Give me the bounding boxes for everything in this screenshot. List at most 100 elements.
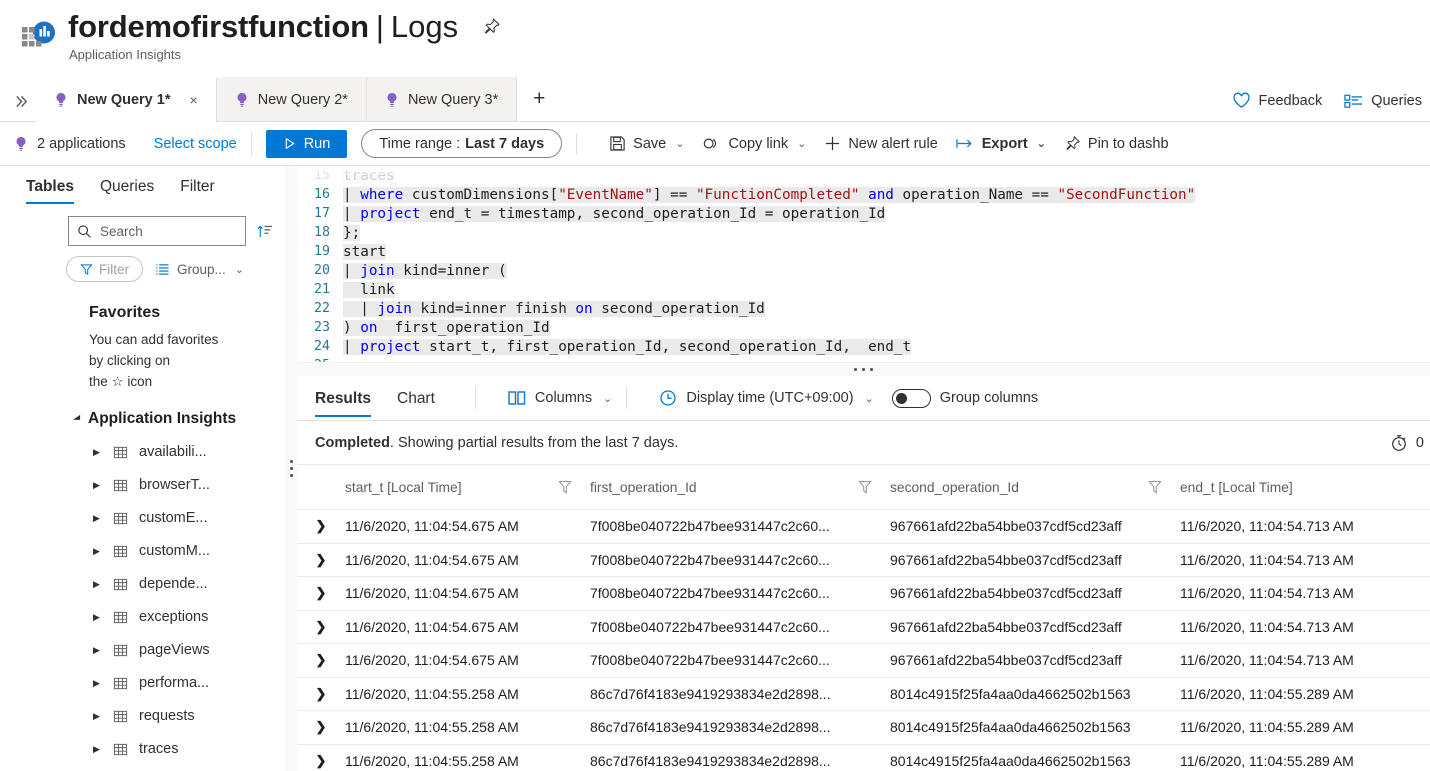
export-button[interactable]: Export ⌄ (956, 136, 1046, 152)
chevron-down-icon[interactable]: ⌄ (603, 392, 612, 405)
table-item[interactable]: ▶ browserT... (0, 469, 285, 502)
triangle-right-icon[interactable]: ▶ (93, 612, 102, 623)
column-header-first-operation-id[interactable]: first_operation_Id (590, 479, 890, 495)
kql-query-editor[interactable]: 15 traces 16 | where customDimensions["E… (297, 166, 1430, 362)
table-item[interactable]: ▶ exceptions (0, 601, 285, 634)
funnel-icon[interactable] (1148, 479, 1162, 495)
chevron-right-icon[interactable]: ❯ (297, 753, 345, 769)
add-query-tab-button[interactable]: + (517, 77, 561, 121)
schema-group-label: Application Insights (88, 409, 237, 427)
table-item[interactable]: ▶ performa... (0, 667, 285, 700)
chevron-right-icon[interactable]: ❯ (297, 652, 345, 668)
tab-new-query-3[interactable]: New Query 3* (366, 77, 518, 121)
run-label: Run (303, 135, 331, 152)
funnel-icon[interactable] (558, 479, 572, 495)
pin-to-dashboard-button[interactable]: Pin to dashb (1064, 135, 1169, 152)
scope-indicator[interactable]: 2 applications (14, 136, 126, 152)
columns-button[interactable]: Columns ⌄ (508, 390, 612, 406)
chevron-down-icon[interactable]: ⌄ (865, 392, 874, 405)
column-header-second-operation-id[interactable]: second_operation_Id (890, 479, 1180, 495)
group-columns-toggle-row[interactable]: Group columns (891, 388, 1038, 408)
triangle-right-icon[interactable]: ▶ (93, 678, 102, 689)
search-box[interactable] (68, 216, 246, 246)
tab-new-query-1[interactable]: New Query 1* × (36, 77, 217, 122)
display-time-button[interactable]: Display time (UTC+09:00) ⌄ (659, 389, 874, 407)
table-item[interactable]: ▶ customE... (0, 502, 285, 535)
run-button[interactable]: Run (265, 129, 348, 158)
cell-end-t: 11/6/2020, 11:04:55.289 AM (1180, 752, 1354, 769)
drag-dots-icon (289, 460, 293, 477)
filter-pill-button[interactable]: Filter (66, 256, 143, 282)
table-row[interactable]: ❯ 11/6/2020, 11:04:55.258 AM 86c7d76f418… (297, 710, 1430, 744)
chevron-right-icon[interactable]: ❯ (297, 719, 345, 735)
sidebar-resize-handle[interactable] (285, 166, 297, 771)
chevron-down-icon[interactable]: ⌄ (797, 137, 806, 150)
triangle-right-icon[interactable]: ▶ (93, 447, 102, 458)
pin-to-dashboard-label: Pin to dashb (1087, 135, 1169, 152)
table-item[interactable]: ▶ depende... (0, 568, 285, 601)
close-icon[interactable]: × (190, 92, 198, 108)
column-header-end-t[interactable]: end_t [Local Time] (1180, 480, 1430, 495)
column-header-start-t[interactable]: start_t [Local Time] (345, 479, 590, 495)
chevron-right-icon[interactable]: ❯ (297, 619, 345, 635)
queries-button[interactable]: Queries (1344, 93, 1422, 109)
new-alert-rule-button[interactable]: New alert rule (824, 135, 938, 152)
table-row[interactable]: ❯ 11/6/2020, 11:04:54.675 AM 7f008be0407… (297, 509, 1430, 543)
editor-results-resize-handle[interactable] (297, 362, 1430, 376)
sidebar-tab-tables[interactable]: Tables (26, 178, 74, 204)
triangle-right-icon[interactable]: ▶ (93, 513, 102, 524)
search-input[interactable] (100, 223, 230, 239)
table-item[interactable]: ▶ requests (0, 700, 285, 733)
chevron-double-right-icon[interactable] (6, 94, 36, 121)
triangle-right-icon[interactable]: ▶ (93, 480, 102, 491)
group-by-button[interactable]: Group... ⌄ (155, 262, 244, 277)
copy-link-button[interactable]: Copy link ⌄ (702, 136, 806, 152)
table-row[interactable]: ❯ 11/6/2020, 11:04:54.675 AM 7f008be0407… (297, 609, 1430, 644)
chevron-down-icon[interactable]: ⌄ (235, 263, 244, 276)
time-range-picker[interactable]: Time range : Last 7 days (361, 129, 563, 158)
results-grid: start_t [Local Time] first_operation_Id (297, 465, 1430, 771)
table-row[interactable]: ❯ 11/6/2020, 11:04:54.675 AM 7f008be0407… (297, 643, 1430, 677)
chevron-right-icon[interactable]: ❯ (297, 518, 345, 534)
schema-group-application-insights[interactable]: Application Insights (0, 393, 285, 428)
line-number: 18 (313, 225, 330, 240)
pin-icon[interactable] (482, 17, 501, 36)
table-row[interactable]: ❯ 11/6/2020, 11:04:54.675 AM 7f008be0407… (297, 576, 1430, 610)
chevron-right-icon[interactable]: ❯ (297, 552, 345, 568)
save-button[interactable]: Save ⌄ (609, 135, 684, 152)
triangle-right-icon[interactable]: ▶ (93, 579, 102, 590)
table-row[interactable]: ❯ 11/6/2020, 11:04:54.675 AM 7f008be0407… (297, 542, 1430, 577)
query-bulb-icon (14, 136, 28, 152)
table-row[interactable]: ❯ 11/6/2020, 11:04:55.258 AM 86c7d76f418… (297, 676, 1430, 711)
chevron-down-icon[interactable]: ⌄ (675, 137, 684, 150)
triangle-right-icon[interactable]: ▶ (93, 711, 102, 722)
chevron-right-icon[interactable]: ❯ (297, 686, 345, 702)
chevron-down-icon[interactable]: ⌄ (1037, 137, 1046, 150)
feedback-button[interactable]: Feedback (1232, 92, 1322, 109)
table-item[interactable]: ▶ pageViews (0, 634, 285, 667)
table-item[interactable]: ▶ traces (0, 733, 285, 766)
tab-new-query-2[interactable]: New Query 2* (216, 77, 367, 121)
table-item[interactable]: ▶ customM... (0, 535, 285, 568)
query-tab-strip: New Query 1* × New Query 2* New Query 3*… (0, 76, 1430, 122)
group-columns-toggle[interactable] (891, 388, 931, 408)
tab-results[interactable]: Results (315, 390, 371, 417)
sidebar-tab-queries[interactable]: Queries (100, 178, 154, 204)
select-scope-link[interactable]: Select scope (154, 136, 237, 152)
funnel-icon[interactable] (858, 479, 872, 495)
sort-icon[interactable] (256, 223, 273, 240)
triangle-right-icon[interactable]: ▶ (93, 744, 102, 755)
queries-list-icon (1344, 93, 1363, 109)
triangle-right-icon[interactable]: ▶ (93, 645, 102, 656)
filter-pill-label: Filter (99, 261, 129, 277)
sidebar-tab-filter[interactable]: Filter (180, 178, 214, 204)
table-item[interactable]: ▶ availabili... (0, 436, 285, 469)
line-number: 21 (313, 282, 330, 297)
sidebar-filter-row: Filter Group... ⌄ (0, 246, 285, 282)
triangle-right-icon[interactable]: ▶ (93, 546, 102, 557)
table-row[interactable]: ❯ 11/6/2020, 11:04:55.258 AM 86c7d76f418… (297, 743, 1430, 771)
tab-chart[interactable]: Chart (397, 390, 435, 417)
code-line: 18 }; (297, 223, 1430, 242)
chevron-right-icon[interactable]: ❯ (297, 585, 345, 601)
